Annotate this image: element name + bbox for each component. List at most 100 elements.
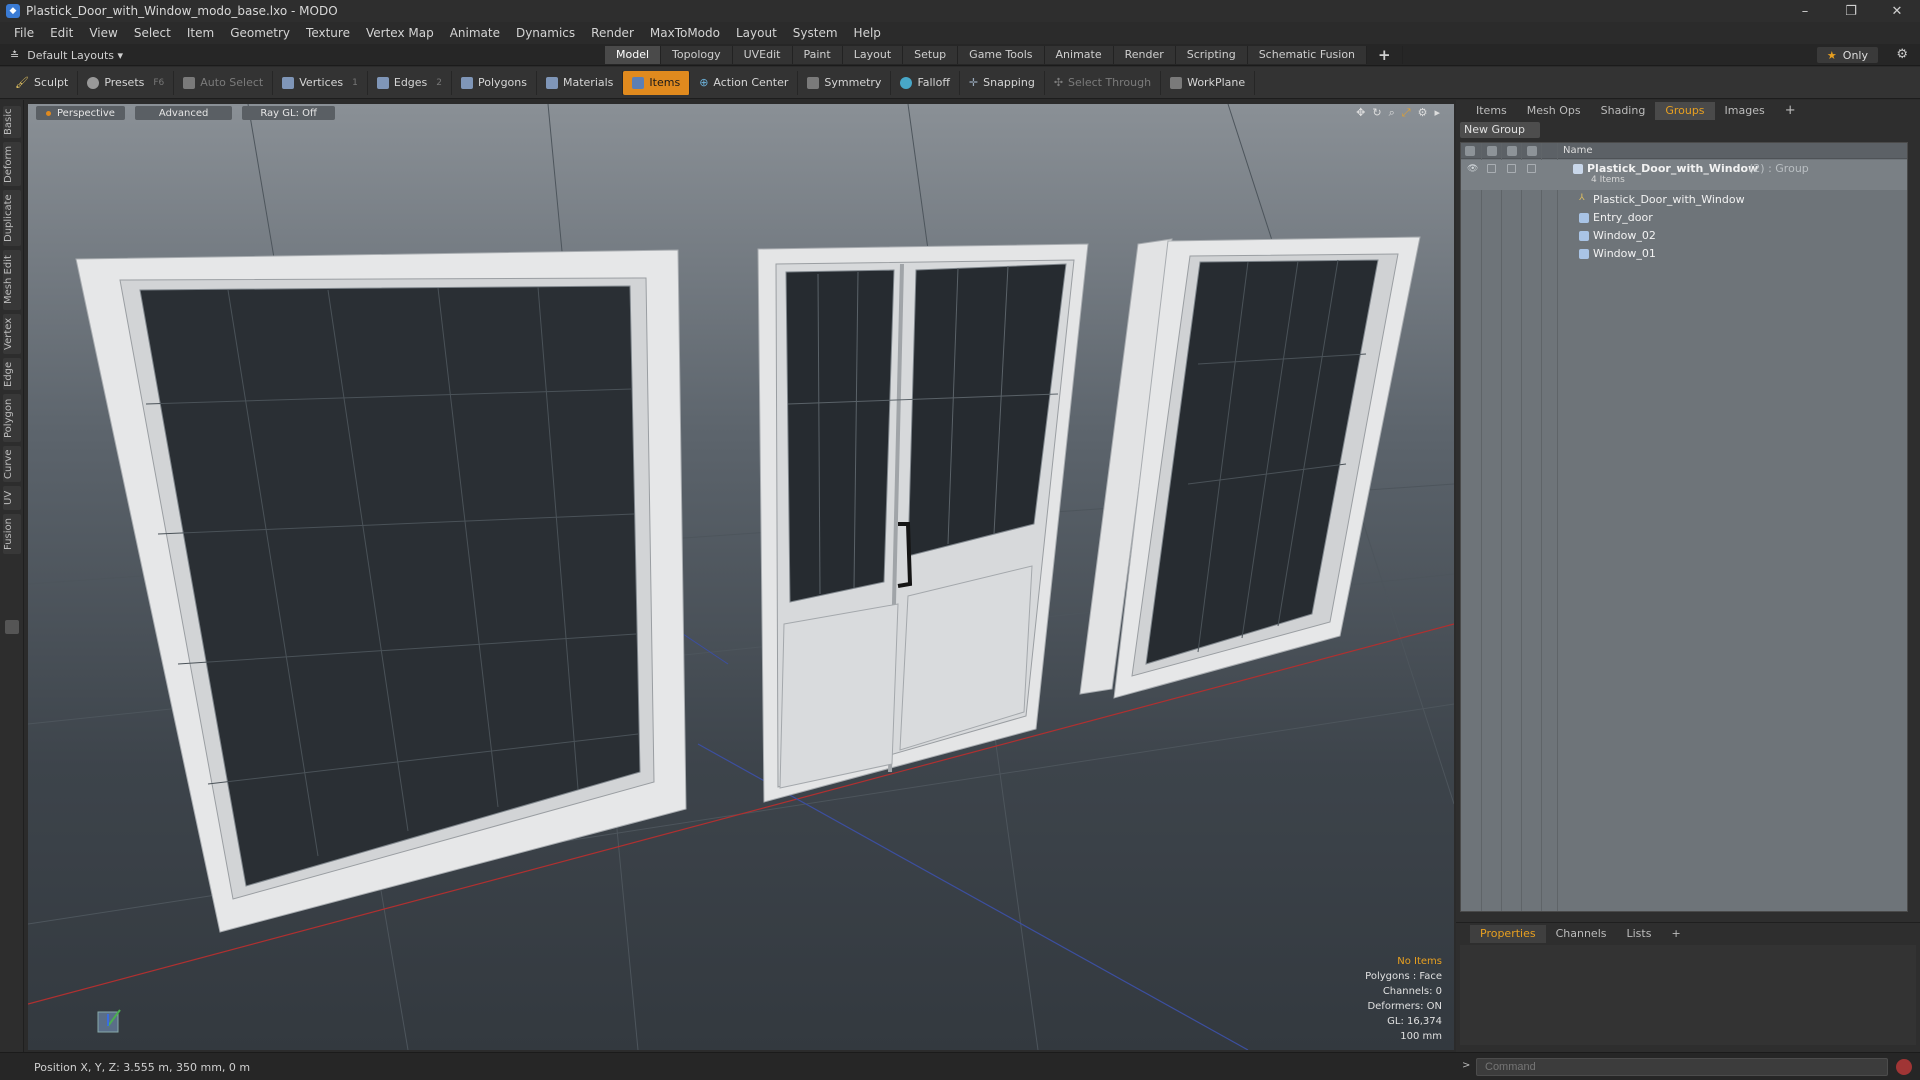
materials-button[interactable]: Materials [537,70,624,95]
tab-animate[interactable]: Animate [1044,46,1114,64]
tab-model[interactable]: Model [605,46,662,64]
add-tab-button[interactable]: + [1367,46,1403,64]
tab-game-tools[interactable]: Game Tools [958,46,1045,64]
group-row[interactable]: 👁 Plastick_Door_with_Window (2) : Group … [1461,160,1907,190]
view-mode-button[interactable]: Perspective [36,106,125,120]
workplane-button[interactable]: WorkPlane [1161,70,1256,95]
select-checkbox[interactable] [1527,164,1536,173]
menu-dynamics[interactable]: Dynamics [508,26,583,40]
render-checkbox[interactable] [1487,164,1496,173]
list-item[interactable]: Window_02 [1461,227,1907,245]
command-input[interactable] [1476,1058,1888,1076]
vtab-basic[interactable]: Basic [3,106,21,138]
list-item[interactable]: Window_01 [1461,245,1907,263]
expand-arrow-icon[interactable]: ▸ [1434,106,1440,120]
vtab-mesh-edit[interactable]: Mesh Edit [3,250,21,310]
command-clear-icon[interactable] [1896,1059,1912,1075]
add-panel-tab-button[interactable]: + [1775,102,1806,120]
vtab-fusion[interactable]: Fusion [3,514,21,554]
pan-icon[interactable]: ✥ [1356,106,1365,120]
eye-icon[interactable]: 👁 [1467,164,1478,174]
menu-help[interactable]: Help [846,26,889,40]
add-props-tab-button[interactable]: + [1661,925,1690,943]
falloff-button[interactable]: Falloff [891,70,960,95]
snapping-button[interactable]: ✛ Snapping [960,70,1045,95]
tab-uvedit[interactable]: UVEdit [732,46,793,64]
menu-animate[interactable]: Animate [442,26,508,40]
3d-viewport[interactable]: Perspective Advanced Ray GL: Off ✥ ↻ ⌕ ⤢… [28,104,1454,1050]
new-group-button[interactable]: New Group [1460,122,1540,138]
sculpt-button[interactable]: 🖌 Sculpt [6,70,79,95]
menu-maxtomodo[interactable]: MaxToModo [642,26,728,40]
menu-layout[interactable]: Layout [728,26,785,40]
tab-channels[interactable]: Channels [1546,925,1617,943]
shading-button[interactable]: Advanced [134,106,233,120]
select-col-icon[interactable] [1527,146,1537,156]
layout-selector[interactable]: ≛ Default Layouts ▾ [10,47,123,63]
menu-item[interactable]: Item [179,26,222,40]
menu-file[interactable]: File [6,26,42,40]
layout-collapse-icon[interactable]: ≛ [10,49,19,62]
visibility-col-icon[interactable] [1465,146,1475,156]
tab-shading[interactable]: Shading [1591,102,1656,120]
lock-col-icon[interactable] [1507,146,1517,156]
list-item[interactable]: ⅄ Plastick_Door_with_Window [1461,191,1907,209]
presets-label: Presets [104,76,145,89]
tab-mesh-ops[interactable]: Mesh Ops [1517,102,1591,120]
tab-lists[interactable]: Lists [1617,925,1662,943]
tab-scripting[interactable]: Scripting [1175,46,1248,64]
tab-items[interactable]: Items [1466,102,1517,120]
edges-button[interactable]: Edges 2 [368,70,453,95]
raygl-button[interactable]: Ray GL: Off [242,106,335,120]
snapping-icon: ✛ [968,76,979,89]
list-item[interactable]: Entry_door [1461,209,1907,227]
only-toggle[interactable]: ★ Only [1816,47,1878,63]
tab-paint[interactable]: Paint [792,46,843,64]
menu-geometry[interactable]: Geometry [222,26,298,40]
vtab-uv[interactable]: UV [3,486,21,510]
render-col-icon[interactable] [1487,146,1497,156]
menu-render[interactable]: Render [583,26,642,40]
vtab-curve[interactable]: Curve [3,446,21,482]
vertices-button[interactable]: Vertices 1 [273,70,368,95]
menu-vertex-map[interactable]: Vertex Map [358,26,442,40]
menu-system[interactable]: System [785,26,846,40]
auto-select-button[interactable]: Auto Select [174,70,274,95]
zoom-icon[interactable]: ⌕ [1389,106,1395,120]
tab-images[interactable]: Images [1715,102,1775,120]
symmetry-button[interactable]: Symmetry [798,70,892,95]
lock-checkbox[interactable] [1507,164,1516,173]
vtab-polygon[interactable]: Polygon [3,394,21,442]
vtab-vertex[interactable]: Vertex [3,314,21,354]
minimize-button[interactable]: – [1782,0,1828,22]
gear-icon[interactable]: ⚙ [1896,47,1908,62]
action-center-button[interactable]: ⊕ Action Center [690,70,799,95]
tab-groups[interactable]: Groups [1655,102,1715,120]
name-column-header[interactable]: Name [1563,145,1593,156]
tab-topology[interactable]: Topology [661,46,733,64]
tab-setup[interactable]: Setup [903,46,959,64]
fit-icon[interactable]: ⤢ [1402,106,1411,120]
close-button[interactable]: ✕ [1874,0,1920,22]
menu-texture[interactable]: Texture [298,26,358,40]
menu-edit[interactable]: Edit [42,26,81,40]
panel-toggle-icon[interactable] [5,620,19,634]
menu-select[interactable]: Select [126,26,179,40]
polygons-button[interactable]: Polygons [452,70,537,95]
presets-button[interactable]: Presets F6 [78,70,175,95]
items-button[interactable]: Items [623,70,691,95]
select-through-button[interactable]: ✣ Select Through [1045,70,1162,95]
rotate-icon[interactable]: ↻ [1372,106,1381,120]
window-title: Plastick_Door_with_Window_modo_base.lxo … [26,4,338,18]
menu-view[interactable]: View [81,26,125,40]
tab-properties[interactable]: Properties [1470,925,1546,943]
command-arrow-icon[interactable]: > [1462,1060,1470,1071]
tab-render[interactable]: Render [1113,46,1176,64]
maximize-button[interactable]: ❐ [1828,0,1874,22]
tab-layout[interactable]: Layout [842,46,904,64]
viewport-gear-icon[interactable]: ⚙ [1418,106,1428,120]
vtab-edge[interactable]: Edge [3,358,21,390]
vtab-duplicate[interactable]: Duplicate [3,190,21,246]
tab-schematic-fusion[interactable]: Schematic Fusion [1247,46,1368,64]
vtab-deform[interactable]: Deform [3,142,21,186]
